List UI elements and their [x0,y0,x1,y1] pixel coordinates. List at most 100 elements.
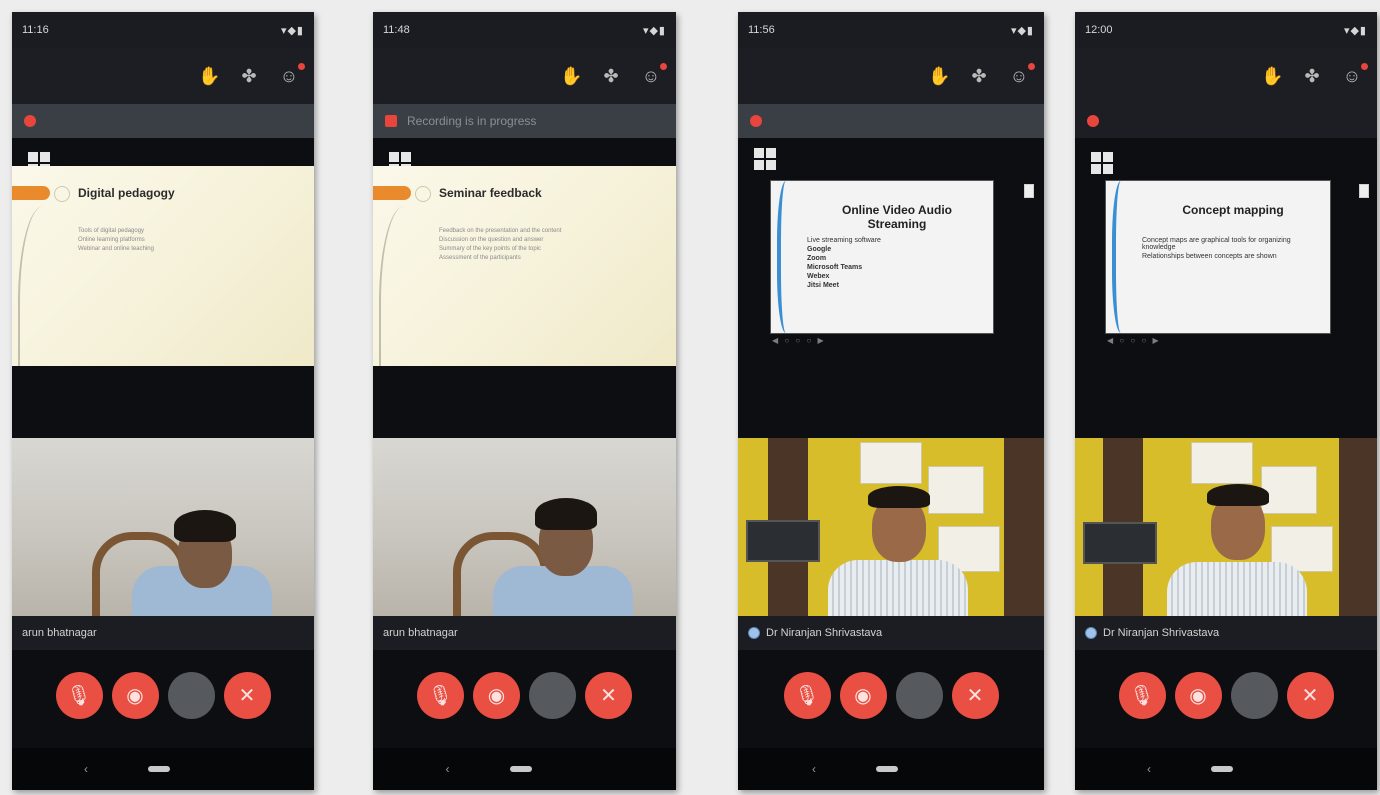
close-icon: ✕ [600,685,617,707]
back-icon[interactable]: ‹ [812,762,816,776]
slide-side-button[interactable] [1359,184,1369,198]
mic-off-icon: 🎙 [427,685,454,707]
participant-video [373,438,676,616]
participants-icon[interactable]: ☺ [640,62,667,87]
home-pill-icon[interactable] [509,766,532,772]
camera-off-button[interactable]: ◉ [111,672,159,719]
slide-bullet: Online learning platforms [78,237,145,243]
camera-off-button[interactable]: ◉ [839,672,887,719]
grid-view-icon[interactable] [1091,152,1113,174]
back-icon[interactable]: ‹ [84,762,88,776]
slide-line: Microsoft Teams [807,264,863,271]
slide-line: Jitsi Meet [807,282,839,289]
participant-name-bar: arun bhatnagar [12,616,314,650]
more-options-button[interactable] [167,672,215,719]
call-controls: 🎙 ◉ ✕ [373,672,676,728]
camera-off-button[interactable]: ◉ [1174,672,1222,719]
back-icon[interactable]: ‹ [446,762,450,776]
recording-bar [12,104,314,138]
participants-icon[interactable]: ☺ [278,62,305,87]
home-pill-icon[interactable] [1211,766,1233,772]
slide-line: Concept maps are graphical tools for org… [1142,237,1291,251]
end-call-button[interactable]: ✕ [585,672,632,719]
mute-mic-button[interactable]: 🎙 [55,672,103,719]
call-controls: 🎙 ◉ ✕ [738,672,1044,728]
bluetooth-icon[interactable]: ✤ [238,66,260,87]
status-time: 11:16 [22,24,49,36]
bookshelf [1004,438,1044,616]
participant-name: Dr Niranjan Shrivastava [1103,627,1220,639]
shared-slide: Seminar feedback Feedback on the present… [373,166,676,366]
slide-bullet: Assessment of the participants [439,255,521,261]
mute-mic-button[interactable]: 🎙 [417,672,464,719]
slide-side-button[interactable] [1024,184,1034,198]
app-bar: ✋ ✤ ☺ [373,48,676,104]
slide-line: Zoom [807,255,827,262]
recording-bar [738,104,1044,138]
hand-raise-icon[interactable]: ✋ [1261,66,1283,87]
hand-raise-icon[interactable]: ✋ [560,66,582,87]
end-call-button[interactable]: ✕ [951,672,999,719]
wall-shelf [928,466,984,514]
app-bar: ✋ ✤ ☺ [738,48,1044,104]
notification-dot [1028,62,1035,70]
mute-mic-button[interactable]: 🎙 [783,672,831,719]
status-icons: ▾◆▮ [642,24,666,37]
more-options-button[interactable] [1230,672,1278,719]
video-off-icon: ◉ [126,685,144,707]
end-call-button[interactable]: ✕ [223,672,271,719]
mute-mic-button[interactable]: 🎙 [1118,672,1166,719]
participant-name-bar: arun bhatnagar [373,616,676,650]
slide-accent [373,186,411,200]
hand-raise-icon[interactable]: ✋ [928,66,950,87]
slide-body: Live streaming software Google Zoom Micr… [807,237,983,291]
mic-off-icon: 🎙 [66,685,92,707]
close-icon: ✕ [966,685,984,707]
bluetooth-icon[interactable]: ✤ [600,66,622,87]
back-icon[interactable]: ‹ [1147,762,1151,776]
person-torso [828,560,968,616]
slide-bullets: Feedback on the presentation and the con… [439,228,652,264]
participant-name: arun bhatnagar [22,627,97,639]
recording-bar [1075,104,1377,138]
shared-slide: Online Video Audio Streaming Live stream… [770,180,994,334]
person-hair [174,510,236,542]
phone-screen-3: 11:56 ▾◆▮ ✋ ✤ ☺ Online Video Audio Strea… [738,12,1044,790]
bluetooth-icon[interactable]: ✤ [968,66,990,87]
grid-view-icon[interactable] [754,148,776,170]
more-options-button[interactable] [895,672,943,719]
hand-raise-icon[interactable]: ✋ [198,66,220,87]
home-pill-icon[interactable] [876,766,898,772]
home-pill-icon[interactable] [148,766,170,772]
participant-name-bar: Dr Niranjan Shrivastava [1075,616,1377,650]
slide-bullet: Webinar and online teaching [78,246,154,252]
camera-off-button[interactable]: ◉ [473,672,520,719]
slide-bullets: Tools of digital pedagogy Online learnin… [78,228,290,255]
person-torso [1167,562,1307,616]
recording-bar: Recording is in progress [373,104,676,138]
status-bar: 12:00 ▾◆▮ [1075,12,1377,48]
mic-off-icon: 🎙 [794,685,820,707]
phone-screen-1: 11:16 ▾◆▮ ✋ ✤ ☺ Digital pedagogy Tools o… [12,12,314,790]
close-icon: ✕ [1301,685,1319,707]
slide-thumb-nav[interactable]: ◀ ○ ○ ○ ▶ [1107,336,1161,345]
participants-icon[interactable]: ☺ [1341,62,1368,87]
status-bar: 11:48 ▾◆▮ [373,12,676,48]
more-options-button[interactable] [529,672,576,719]
call-controls: 🎙 ◉ ✕ [1075,672,1377,728]
participant-name-bar: Dr Niranjan Shrivastava [738,616,1044,650]
status-icons: ▾◆▮ [1343,24,1367,37]
bookshelf [1339,438,1377,616]
globe-icon [1085,627,1097,639]
bluetooth-icon[interactable]: ✤ [1301,66,1323,87]
participants-icon[interactable]: ☺ [1008,62,1035,87]
slide-thumb-nav[interactable]: ◀ ○ ○ ○ ▶ [772,336,826,345]
end-call-button[interactable]: ✕ [1286,672,1334,719]
slide-title: Concept mapping [1182,203,1284,217]
background-monitor [1083,522,1157,564]
slide-bullet-circle [54,186,70,202]
slide-body: Concept maps are graphical tools for org… [1142,237,1320,262]
wall-shelf [1261,466,1317,514]
status-bar: 11:56 ▾◆▮ [738,12,1044,48]
slide-bullet: Summary of the key points of the topic [439,246,542,252]
